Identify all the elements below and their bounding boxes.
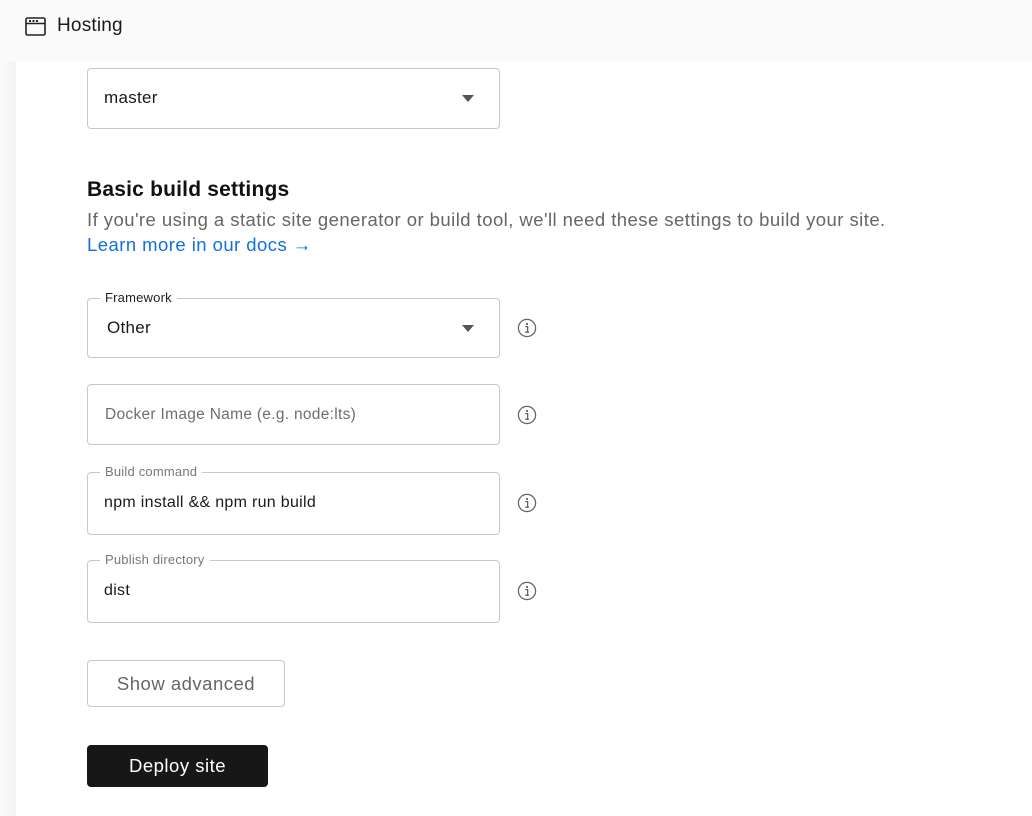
publish-directory-value: dist xyxy=(104,582,131,599)
section-heading: Basic build settings xyxy=(87,178,290,201)
framework-label: Framework xyxy=(100,290,177,306)
build-command-label: Build command xyxy=(100,464,203,480)
publish-directory-input[interactable]: Publish directory dist xyxy=(87,552,500,623)
chevron-down-icon xyxy=(462,95,474,102)
section-description: If you're using a static site generator … xyxy=(87,209,886,230)
publish-directory-label: Publish directory xyxy=(100,552,210,568)
info-icon[interactable] xyxy=(517,581,537,601)
info-icon[interactable] xyxy=(517,493,537,513)
browser-window-icon xyxy=(25,17,46,36)
chevron-down-icon xyxy=(462,325,474,332)
framework-select[interactable]: Framework Other xyxy=(87,290,500,358)
docker-image-placeholder: Docker Image Name (e.g. node:lts) xyxy=(105,406,357,423)
build-command-input[interactable]: Build command npm install && npm run bui… xyxy=(87,464,500,535)
branch-select[interactable]: master xyxy=(87,68,500,129)
app-title: Hosting xyxy=(57,15,123,36)
docker-image-input[interactable]: Docker Image Name (e.g. node:lts) xyxy=(87,384,500,445)
framework-value: Other xyxy=(107,318,152,337)
info-icon[interactable] xyxy=(517,405,537,425)
deploy-site-button[interactable]: Deploy site xyxy=(87,745,268,787)
docs-link[interactable]: Learn more in our docs → xyxy=(87,234,312,256)
build-command-value: npm install && npm run build xyxy=(104,494,317,511)
show-advanced-button[interactable]: Show advanced xyxy=(87,660,285,707)
top-bar: Hosting xyxy=(0,0,1032,61)
info-icon[interactable] xyxy=(517,318,537,338)
left-sidebar-edge xyxy=(0,61,16,816)
branch-select-value: master xyxy=(104,88,158,107)
